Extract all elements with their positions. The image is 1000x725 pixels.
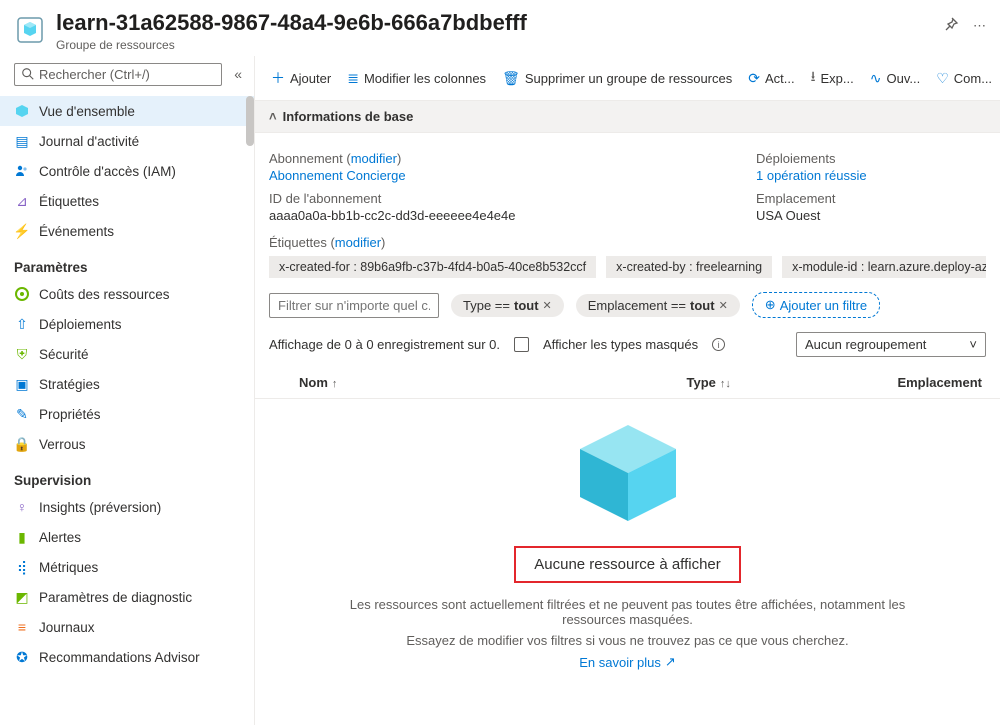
plus-icon: ＋ [271,68,285,88]
grouping-select[interactable]: Aucun regroupement˅ [796,332,986,357]
learn-more-link[interactable]: En savoir plus↗ [579,654,676,670]
toolbar-add-button[interactable]: ＋Ajouter [265,64,337,92]
empty-text-2: Essayez de modifier vos filtres si vous … [406,633,848,648]
toolbar-refresh-button[interactable]: ⟳Act... [742,66,800,91]
sidebar-item-costs[interactable]: Coûts des ressources [0,279,254,309]
iam-icon [14,163,30,179]
empty-title: Aucune ressource à afficher [514,546,741,583]
info-section-toggle[interactable]: ˄ Informations de base [255,101,1000,133]
sidebar-item-tags[interactable]: ⊿Étiquettes [0,186,254,216]
section-supervision: Supervision [0,459,254,492]
search-placeholder: Rechercher (Ctrl+/) [39,67,150,82]
cost-icon [14,286,30,302]
toolbar-comment-button[interactable]: ♡Com... [930,66,998,91]
sidebar-item-properties[interactable]: ✎Propriétés [0,399,254,429]
diag-icon: ◩ [14,589,30,605]
bulb-icon: ♀ [14,499,30,515]
pin-icon[interactable] [943,16,959,35]
sidebar-item-alerts[interactable]: ▮Alertes [0,522,254,552]
sidebar-item-diag[interactable]: ◩Paramètres de diagnostic [0,582,254,612]
chevron-down-icon: ˅ [969,337,977,352]
deploy-icon: ⇧ [14,316,30,332]
empty-cube-icon [568,417,688,530]
sidebar-item-locks[interactable]: 🔒Verrous [0,429,254,459]
deployments-link[interactable]: 1 opération réussie [756,168,986,183]
filter-pill-type[interactable]: Type == tout✕ [451,294,564,317]
sidebar-item-overview[interactable]: Vue d'ensemble [0,96,254,126]
info-icon[interactable]: i [712,338,725,351]
section-params: Paramètres [0,246,254,279]
modify-tags-link[interactable]: modifier [335,235,381,250]
col-nom[interactable]: Nom↑ [269,375,556,390]
strategy-icon: ▣ [14,376,30,392]
search-input[interactable]: Rechercher (Ctrl+/) [14,63,222,86]
metrics-icon: ⢾ [14,559,30,575]
sidebar-item-insights[interactable]: ♀Insights (préversion) [0,492,254,522]
subscription-id: aaaa0a0a-bb1b-cc2c-dd3d-eeeeee4e4e4e [269,208,726,223]
show-hidden-checkbox[interactable] [514,337,529,352]
external-link-icon: ↗ [665,654,676,670]
modify-subscription-link[interactable]: modifier [351,151,397,166]
col-type[interactable]: Type↑↓ [556,375,771,390]
filter-input[interactable] [269,293,439,318]
page-subtitle: Groupe de ressources [56,38,933,52]
sort-icon: ↑ [332,378,338,390]
sidebar-item-security[interactable]: ⛨Sécurité [0,339,254,369]
sidebar-item-metrics[interactable]: ⢾Métriques [0,552,254,582]
tag-icon: ⊿ [14,193,30,209]
resource-group-icon [14,14,46,46]
toolbar-open-button[interactable]: ∿Ouv... [864,66,926,91]
toolbar-export-button[interactable]: ⭳Exp... [805,62,860,94]
col-emp[interactable]: Emplacement [771,375,986,390]
toolbar-columns-button[interactable]: ≣Modifier les colonnes [341,66,492,91]
subscription-link[interactable]: Abonnement Concierge [269,168,726,183]
advisor-icon: ✪ [14,649,30,665]
sidebar-item-logs[interactable]: ≡Journaux [0,612,254,642]
bolt-icon: ⚡ [14,223,30,239]
sidebar-item-iam[interactable]: Contrôle d'accès (IAM) [0,156,254,186]
show-hidden-label: Afficher les types masqués [543,337,698,352]
props-icon: ✎ [14,406,30,422]
sidebar-item-advisor[interactable]: ✪Recommandations Advisor [0,642,254,672]
tag-chip[interactable]: x-module-id : learn.azure.deploy-az [782,256,986,278]
scrollbar[interactable] [246,96,254,146]
close-icon[interactable]: ✕ [543,299,552,312]
open-icon: ∿ [870,70,882,87]
shield-icon: ⛨ [14,346,30,362]
log-icon: ▤ [14,133,30,149]
page-title: learn-31a62588-9867-48a4-9e6b-666a7bdbef… [56,10,933,36]
heart-icon: ♡ [936,70,949,87]
collapse-sidebar-icon[interactable]: « [230,62,246,86]
record-count: Affichage de 0 à 0 enregistrement sur 0. [269,337,500,352]
logs-icon: ≡ [14,619,30,635]
trash-icon: 🗑 [502,70,520,87]
sort-icon: ↑↓ [720,378,731,390]
chevron-up-icon: ˄ [269,109,277,124]
empty-text-1: Les ressources sont actuellement filtrée… [348,597,908,627]
tag-chip[interactable]: x-created-for : 89b6a9fb-c37b-4fd4-b0a5-… [269,256,596,278]
location-value: USA Ouest [756,208,986,223]
tag-chip[interactable]: x-created-by : freelearning [606,256,772,278]
alert-icon: ▮ [14,529,30,545]
cube-icon [14,103,30,119]
filter-icon: ⊕ [765,297,776,313]
add-filter-button[interactable]: ⊕Ajouter un filtre [752,292,880,318]
download-icon: ⭳ [811,66,816,90]
lock-icon: 🔒 [14,436,30,452]
sidebar-item-strategies[interactable]: ▣Stratégies [0,369,254,399]
columns-icon: ≣ [347,70,359,87]
filter-pill-location[interactable]: Emplacement == tout✕ [576,294,740,317]
sidebar-item-deploy[interactable]: ⇧Déploiements [0,309,254,339]
close-icon[interactable]: ✕ [719,299,728,312]
sidebar-item-activity[interactable]: ▤Journal d'activité [0,126,254,156]
refresh-icon: ⟳ [748,70,760,87]
more-icon[interactable]: ⋯ [973,18,986,34]
toolbar-delete-button[interactable]: 🗑Supprimer un groupe de ressources [496,66,738,91]
sidebar-item-events[interactable]: ⚡Événements [0,216,254,246]
